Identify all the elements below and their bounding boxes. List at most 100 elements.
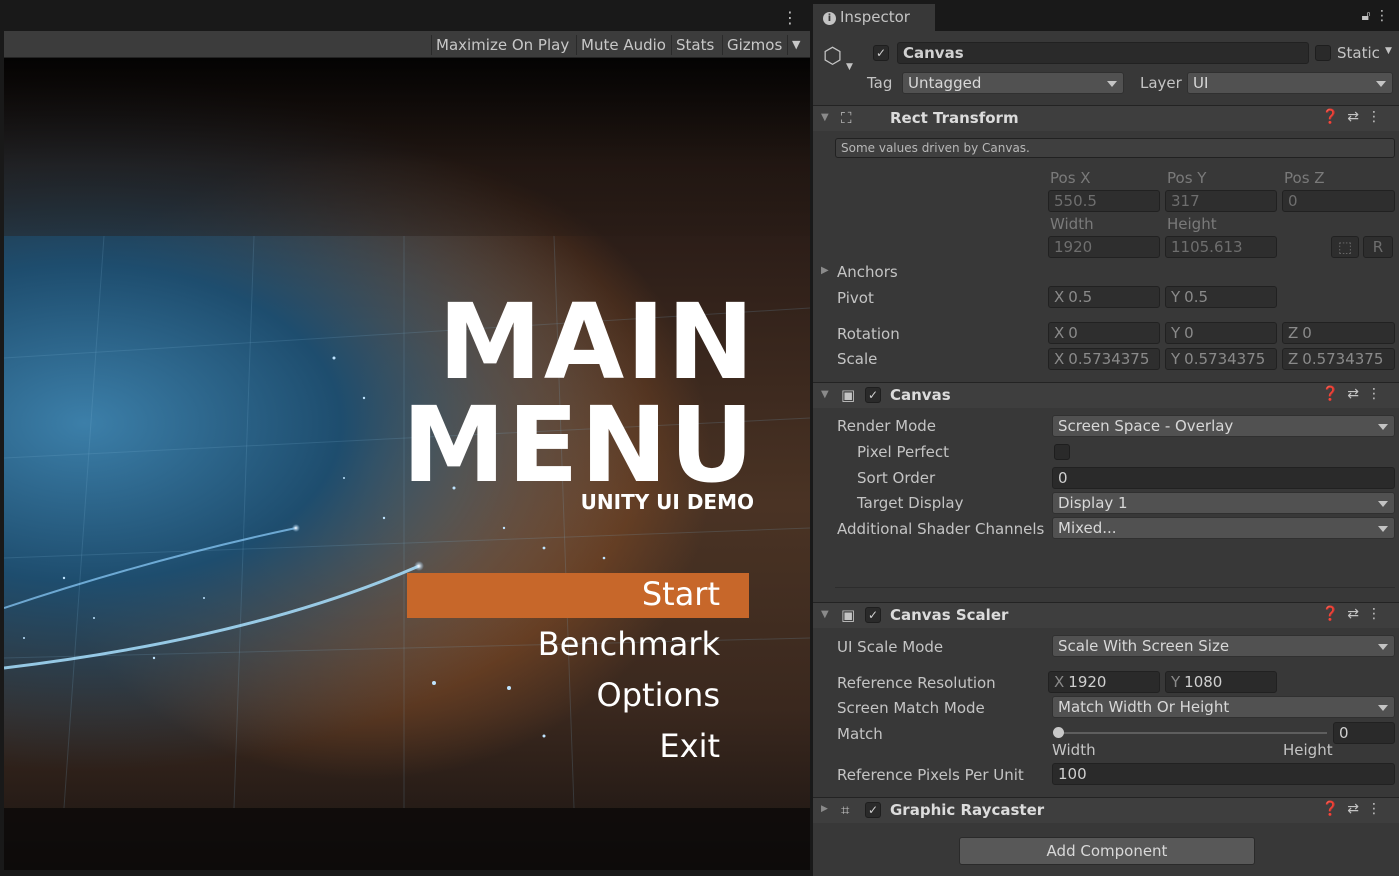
maximize-on-play-button[interactable]: Maximize On Play <box>431 35 573 55</box>
benchmark-button[interactable]: Benchmark <box>538 625 720 663</box>
pos-z-label: Pos Z <box>1284 169 1325 187</box>
canvas-component-header[interactable]: ▼ ▣ ✓ Canvas ❓⇄⋮ <box>813 382 1399 408</box>
pixel-perfect-checkbox[interactable] <box>1054 444 1070 460</box>
canvas-scaler-enabled-checkbox[interactable]: ✓ <box>865 607 881 623</box>
component-menu-icons[interactable]: ❓⇄⋮ <box>1322 109 1389 125</box>
rotation-label: Rotation <box>837 325 900 343</box>
component-menu-icons[interactable]: ❓⇄⋮ <box>1322 386 1389 402</box>
axis-y-label: Y <box>1171 288 1181 306</box>
scale-y-value: 0.5734375 <box>1184 350 1266 368</box>
sort-order-field[interactable]: 0 <box>1052 467 1395 489</box>
component-menu-icons[interactable]: ❓⇄⋮ <box>1322 801 1389 817</box>
game-view-panel: ⋮ Maximize On Play Mute Audio Stats Gizm… <box>4 4 810 870</box>
render-mode-label: Render Mode <box>837 417 937 435</box>
tag-value: Untagged <box>908 74 982 92</box>
add-component-button[interactable]: Add Component <box>959 837 1255 865</box>
reference-resolution-y-value: 1080 <box>1184 673 1223 691</box>
game-view-tab-strip: ⋮ <box>4 4 810 31</box>
start-button[interactable]: Start <box>642 575 720 613</box>
raw-edit-button[interactable]: R <box>1363 236 1393 258</box>
static-dropdown-icon[interactable]: ▼ <box>1385 46 1392 56</box>
target-display-value: Display 1 <box>1058 494 1128 512</box>
stats-button[interactable]: Stats <box>671 35 718 55</box>
ui-scale-mode-label: UI Scale Mode <box>837 638 944 656</box>
inspector-tab[interactable]: i Inspector <box>813 4 935 31</box>
canvas-scaler-header[interactable]: ▼ ▣ ✓ Canvas Scaler ❓⇄⋮ <box>813 602 1399 628</box>
match-slider-track[interactable] <box>1057 732 1327 734</box>
target-display-dropdown[interactable]: Display 1 <box>1052 492 1395 514</box>
screen-match-mode-dropdown[interactable]: Match Width Or Height <box>1052 696 1395 718</box>
scale-label: Scale <box>837 350 878 368</box>
match-height-label: Height <box>1283 741 1333 759</box>
tag-dropdown[interactable]: Untagged <box>902 72 1124 94</box>
screen-match-mode-value: Match Width Or Height <box>1058 698 1230 716</box>
match-value-field[interactable]: 0 <box>1333 722 1395 744</box>
reference-resolution-x-field[interactable]: X 1920 <box>1048 671 1160 693</box>
axis-z-label: Z <box>1288 324 1299 342</box>
layer-dropdown[interactable]: UI <box>1187 72 1393 94</box>
static-checkbox[interactable] <box>1315 45 1331 61</box>
exit-button[interactable]: Exit <box>659 727 720 765</box>
ui-scale-mode-dropdown[interactable]: Scale With Screen Size <box>1052 635 1395 657</box>
game-viewport[interactable]: MAIN MENU UNITY UI DEMO Start Benchmark … <box>4 58 810 870</box>
static-label[interactable]: Static <box>1337 44 1380 62</box>
title-main: MAIN <box>438 281 756 403</box>
match-slider-knob[interactable] <box>1053 727 1064 738</box>
foldout-icon[interactable]: ▼ <box>821 112 829 123</box>
screen-match-mode-label: Screen Match Mode <box>837 699 985 717</box>
caret-icon <box>1378 705 1388 711</box>
blueprint-mode-button[interactable]: ⬚ <box>1331 236 1359 258</box>
driven-values-note: Some values driven by Canvas. <box>835 138 1395 158</box>
gizmos-button[interactable]: Gizmos <box>722 35 786 55</box>
inspector-tab-label: Inspector <box>840 8 910 26</box>
lock-icon[interactable]: 🔓︎ ⋮ <box>1361 8 1389 24</box>
component-menu-icons[interactable]: ❓⇄⋮ <box>1322 606 1389 622</box>
active-checkbox[interactable]: ✓ <box>873 45 889 61</box>
scale-x-field: X 0.5734375 <box>1048 348 1160 370</box>
foldout-icon[interactable]: ▼ <box>821 609 829 620</box>
match-width-label: Width <box>1052 741 1096 759</box>
more-options-icon[interactable]: ⋮ <box>782 8 798 27</box>
axis-y-label: Y <box>1171 350 1181 368</box>
caret-icon <box>1376 81 1386 87</box>
graphic-raycaster-enabled-checkbox[interactable]: ✓ <box>865 802 881 818</box>
scale-z-value: 0.5734375 <box>1302 350 1384 368</box>
pos-x-field: 550.5 <box>1048 190 1160 212</box>
scale-z-field: Z 0.5734375 <box>1282 348 1395 370</box>
anchors-foldout-icon[interactable]: ▶ <box>821 265 829 276</box>
rotation-z-field: Z0 <box>1282 322 1395 344</box>
tag-label: Tag <box>867 74 893 92</box>
graphic-raycaster-icon: ⌗ <box>841 801 850 819</box>
height-label: Height <box>1167 215 1217 233</box>
layer-label: Layer <box>1140 74 1182 92</box>
graphic-raycaster-title: Graphic Raycaster <box>890 801 1045 819</box>
foldout-collapsed-icon[interactable]: ▶ <box>821 804 828 814</box>
anchors-label[interactable]: Anchors <box>837 263 898 281</box>
pos-z-field: 0 <box>1282 190 1395 212</box>
inspector-panel: i Inspector 🔓︎ ⋮ ⬡ ▼ ✓ Canvas Static ▼ Ta… <box>813 4 1399 876</box>
axis-y-label: Y <box>1171 324 1181 342</box>
pivot-y-value: 0.5 <box>1184 288 1209 306</box>
reference-ppu-field[interactable]: 100 <box>1052 763 1395 785</box>
graphic-raycaster-header[interactable]: ▶ ⌗ ✓ Graphic Raycaster ❓⇄⋮ <box>813 797 1399 823</box>
axis-x-label: X <box>1054 288 1065 306</box>
scale-y-field: Y 0.5734375 <box>1165 348 1277 370</box>
pivot-label: Pivot <box>837 289 874 307</box>
object-name-field[interactable]: Canvas <box>897 42 1309 64</box>
shader-channels-dropdown[interactable]: Mixed... <box>1052 517 1395 539</box>
axis-x-label: X <box>1054 350 1065 368</box>
icon-dropdown-icon[interactable]: ▼ <box>846 62 853 72</box>
foldout-icon[interactable]: ▼ <box>821 389 829 400</box>
pivot-y-field: Y 0.5 <box>1165 286 1277 308</box>
gameobject-cube-icon: ⬡ <box>823 44 843 69</box>
pos-y-label: Pos Y <box>1167 169 1207 187</box>
reference-resolution-y-field[interactable]: Y 1080 <box>1165 671 1277 693</box>
options-button[interactable]: Options <box>597 676 720 714</box>
inspector-tab-bar: i Inspector 🔓︎ ⋮ <box>813 4 1399 31</box>
mute-audio-button[interactable]: Mute Audio <box>576 35 670 55</box>
rect-transform-header[interactable]: ▼ ⛶ Rect Transform ❓⇄⋮ <box>813 105 1399 131</box>
render-mode-dropdown[interactable]: Screen Space - Overlay <box>1052 415 1395 437</box>
canvas-enabled-checkbox[interactable]: ✓ <box>865 387 881 403</box>
gizmos-dropdown-icon[interactable]: ▼ <box>787 35 804 55</box>
caret-icon <box>1378 501 1388 507</box>
